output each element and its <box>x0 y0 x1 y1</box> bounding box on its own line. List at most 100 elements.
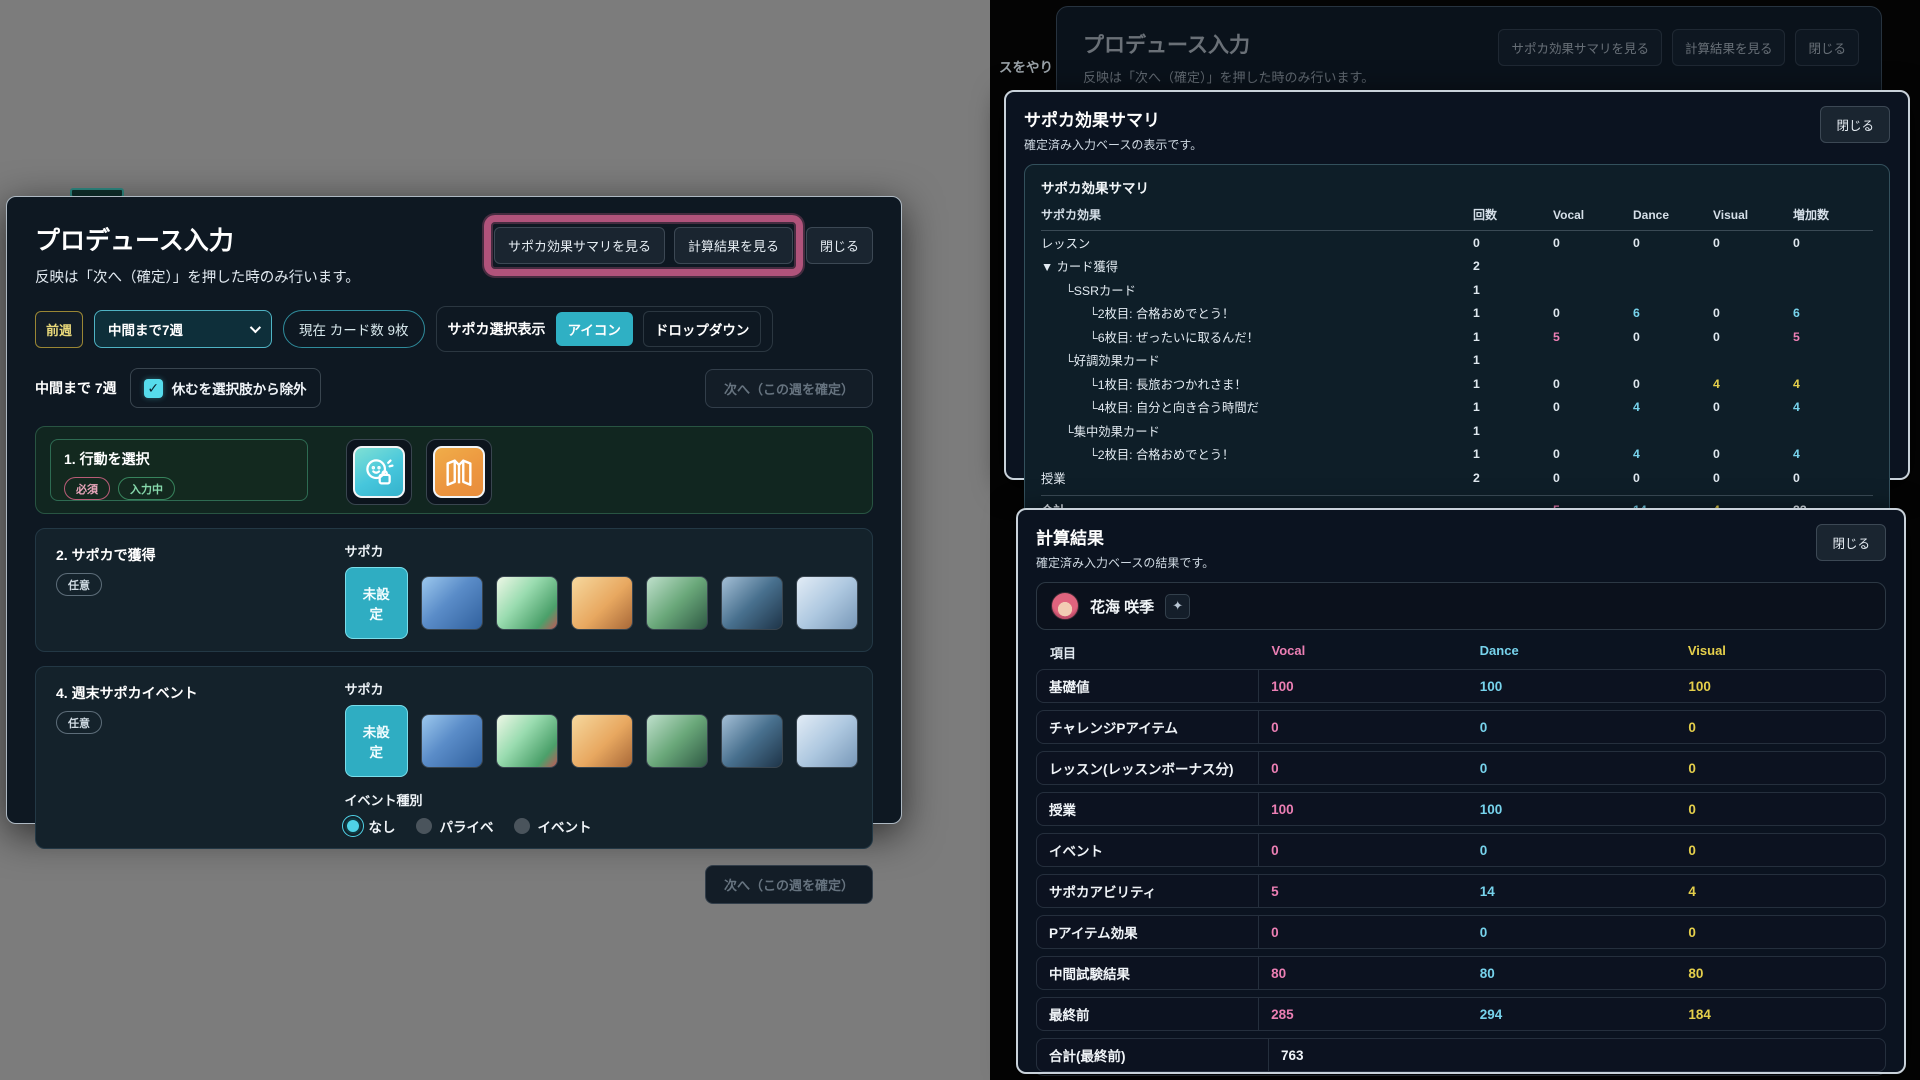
results-table-row: 授業1001000 <box>1036 792 1886 826</box>
results-cell: 100 <box>1468 670 1677 702</box>
radio-option-イベント[interactable]: イベント <box>514 816 592 836</box>
results-close-button[interactable]: 閉じる <box>1816 524 1886 561</box>
supoka-gain-section: 2. サポカで獲得 任意 サポカ 未設定 <box>35 528 873 652</box>
summary-cell: 0 <box>1633 471 1713 485</box>
character-plan-icon: ✦ <box>1165 594 1190 619</box>
results-panel-title: 計算結果 <box>1036 524 1816 549</box>
summary-cell: 0 <box>1633 236 1713 250</box>
view-summary-button[interactable]: サポカ効果サマリを見る <box>494 227 665 264</box>
results-table-row: 基礎値100100100 <box>1036 669 1886 703</box>
summary-cell: 0 <box>1713 330 1793 344</box>
results-row-label: チャレンジPアイテム <box>1037 711 1259 743</box>
results-cell: 0 <box>1259 752 1468 784</box>
summary-cell: 0 <box>1793 471 1873 485</box>
optional-badge: 任意 <box>56 573 102 596</box>
display-dropdown-option[interactable]: ドロップダウン <box>643 311 762 347</box>
summary-row-label: └1枚目: 長旅おつかれさま！ <box>1041 375 1473 393</box>
summary-table-card: サポカ効果サマリ サポカ効果回数VocalDanceVisual増加数 レッスン… <box>1024 164 1890 538</box>
produce-close-button[interactable]: 閉じる <box>806 227 873 264</box>
character-card: 花海 咲季 ✦ <box>1036 582 1886 630</box>
summary-cell: 4 <box>1633 447 1713 461</box>
summary-close-button[interactable]: 閉じる <box>1820 106 1890 143</box>
results-cell: 0 <box>1468 752 1677 784</box>
checkbox-checked-icon[interactable]: ✓ <box>144 379 163 398</box>
clipped-background-text: スをやり <box>999 56 1053 76</box>
results-cell: 14 <box>1468 875 1677 907</box>
exclude-rest-checkbox-group[interactable]: ✓ 休むを選択肢から除外 <box>130 368 321 408</box>
summary-table-row: 授業20000 <box>1041 466 1873 490</box>
summary-cell: 2 <box>1473 471 1553 485</box>
support-card-thumbnail[interactable] <box>571 714 633 768</box>
background-results-button[interactable]: 計算結果を見る <box>1672 29 1786 66</box>
results-cell: 0 <box>1676 834 1885 866</box>
summary-column-header: Vocal <box>1553 208 1633 222</box>
summary-cell: 0 <box>1713 471 1793 485</box>
prev-week-button[interactable]: 前週 <box>35 311 83 348</box>
week-select[interactable]: 中間まで7週 <box>94 310 272 348</box>
results-column-header: Dance <box>1468 643 1676 662</box>
support-card-thumbnail[interactable] <box>496 576 558 630</box>
support-card-thumbnail[interactable] <box>571 576 633 630</box>
summary-table-row: └1枚目: 長旅おつかれさま！10044 <box>1041 372 1873 396</box>
display-icon-option[interactable]: アイコン <box>556 312 633 346</box>
summary-cell: 4 <box>1713 377 1793 391</box>
results-cell: 0 <box>1468 711 1677 743</box>
support-card-thumbnail[interactable] <box>421 576 483 630</box>
summary-column-header: 回数 <box>1473 206 1553 223</box>
summary-cell: 0 <box>1713 306 1793 320</box>
results-cell: 294 <box>1468 998 1677 1030</box>
summary-row-label: └集中効果カード <box>1041 422 1473 440</box>
summary-cell: 4 <box>1793 400 1873 414</box>
event-type-label: イベント種別 <box>345 790 858 809</box>
background-summary-button[interactable]: サポカ効果サマリを見る <box>1498 29 1662 66</box>
next-week-button-top[interactable]: 次へ（この週を確定） <box>705 369 873 408</box>
summary-cell: 0 <box>1553 236 1633 250</box>
results-cell: 0 <box>1468 834 1677 866</box>
unset-button[interactable]: 未設定 <box>345 567 408 639</box>
support-card-thumbnail[interactable] <box>796 576 858 630</box>
results-row-label: レッスン(レッスンボーナス分) <box>1037 752 1259 784</box>
character-name: 花海 咲季 <box>1090 596 1154 617</box>
support-card-thumbnail[interactable] <box>421 714 483 768</box>
view-results-button[interactable]: 計算結果を見る <box>674 227 793 264</box>
background-close-button[interactable]: 閉じる <box>1795 29 1859 66</box>
produce-panel-subtitle: 反映は「次へ（確定）」を押した時のみ行います。 <box>35 266 492 287</box>
summary-cell: 0 <box>1473 236 1553 250</box>
radio-selected-icon[interactable] <box>345 818 361 834</box>
summary-row-label: ▼ カード獲得 <box>1041 257 1473 275</box>
event-type-radio-group: なしパライベ イベント <box>345 816 858 836</box>
radio-icon[interactable] <box>514 818 530 834</box>
results-cell: 0 <box>1676 793 1885 825</box>
support-card-thumbnail[interactable] <box>646 576 708 630</box>
radio-option-パライベ[interactable]: パライベ <box>416 816 494 836</box>
summary-row-label: 授業 <box>1041 469 1473 487</box>
radio-option-なし[interactable]: なし <box>345 816 396 836</box>
summary-panel-subtitle: 確定済み入力ベースの表示です。 <box>1024 136 1820 153</box>
results-table-row: 最終前285294184 <box>1036 997 1886 1031</box>
summary-column-header: Dance <box>1633 208 1713 222</box>
unset-button[interactable]: 未設定 <box>345 705 408 777</box>
support-card-thumbnail[interactable] <box>721 714 783 768</box>
display-toggle-label: サポカ選択表示 <box>448 319 546 339</box>
support-card-thumbnail[interactable] <box>796 714 858 768</box>
supoka-label: サポカ <box>345 679 858 698</box>
radio-icon[interactable] <box>416 818 432 834</box>
radio-label: イベント <box>538 816 592 836</box>
action-outing-tile[interactable] <box>346 439 412 505</box>
produce-input-panel: プロデュース入力 反映は「次へ（確定）」を押した時のみ行います。 サポカ効果サマ… <box>6 196 902 824</box>
action-select-header: 1. 行動を選択 必須 入力中 <box>50 439 308 501</box>
results-table-header: 項目VocalDanceVisual <box>1036 643 1886 662</box>
weekend-event-section: 4. 週末サポカイベント 任意 サポカ 未設定 イベント種別 なしパライベイベン… <box>35 666 873 849</box>
summary-row-label: └4枚目: 自分と向き合う時間だ <box>1041 398 1473 416</box>
summary-table-row: └2枚目: 合格おめでとう！10606 <box>1041 302 1873 326</box>
support-card-thumbnail[interactable] <box>721 576 783 630</box>
summary-cell: 1 <box>1473 353 1553 367</box>
next-week-button-bottom[interactable]: 次へ（この週を確定） <box>705 865 873 904</box>
action-study-tile[interactable] <box>426 439 492 505</box>
calc-results-panel: 計算結果 確定済み入力ベースの結果です。 閉じる 花海 咲季 ✦ 項目Vocal… <box>1016 508 1906 1074</box>
results-cell: 0 <box>1259 916 1468 948</box>
results-row-label: Pアイテム効果 <box>1037 916 1259 948</box>
support-card-thumbnail[interactable] <box>496 714 558 768</box>
background-panel-subtitle: 反映は「次へ（確定）」を押した時のみ行います。 <box>1083 67 1855 86</box>
support-card-thumbnail[interactable] <box>646 714 708 768</box>
